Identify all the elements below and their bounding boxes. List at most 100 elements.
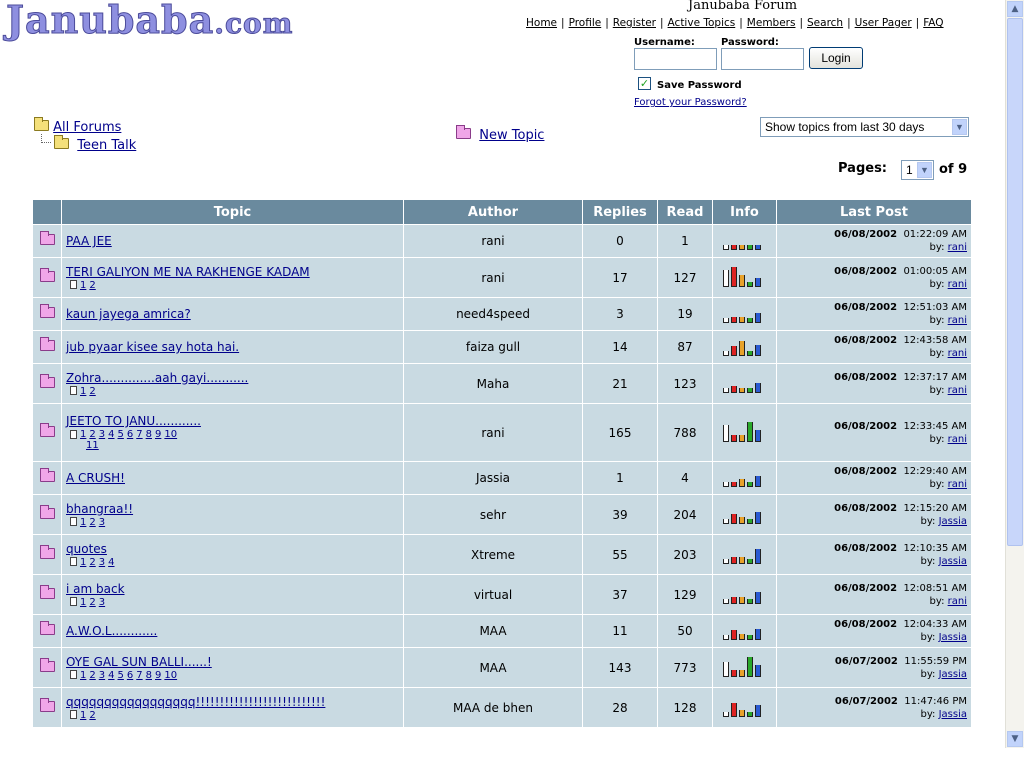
last-post-author-link[interactable]: rani — [948, 315, 967, 326]
topic-page-link[interactable]: 3 — [99, 517, 105, 528]
last-post-author-link[interactable]: rani — [948, 434, 967, 445]
nav-link-register[interactable]: Register — [613, 17, 656, 29]
topic-page-link[interactable]: 1 — [80, 557, 86, 568]
topic-link[interactable]: qqqqqqqqqqqqqqqqq!!!!!!!!!!!!!!!!!!!!!!!… — [66, 695, 325, 709]
topic-link[interactable]: TERI GALIYON ME NA RAKHENGE KADAM — [66, 265, 310, 279]
last-post-author-link[interactable]: Jassia — [939, 709, 967, 720]
nav-link-search[interactable]: Search — [807, 17, 843, 29]
topic-page-link[interactable]: 9 — [155, 429, 161, 440]
topic-page-link[interactable]: 3 — [99, 429, 105, 440]
topic-link[interactable]: OYE GAL SUN BALLI......! — [66, 655, 212, 669]
topic-page-link[interactable]: 1 — [80, 517, 86, 528]
nav-link-active-topics[interactable]: Active Topics — [668, 17, 736, 29]
last-post-author-link[interactable]: Jassia — [939, 669, 967, 680]
topic-page-link[interactable]: 7 — [136, 670, 142, 681]
topic-page-link[interactable]: 1 — [80, 597, 86, 608]
topic-page-link[interactable]: 6 — [127, 429, 133, 440]
all-forums-link[interactable]: All Forums — [53, 120, 121, 135]
save-password-checkbox[interactable]: ✓ — [638, 77, 651, 90]
topic-page-link[interactable]: 5 — [118, 670, 124, 681]
last-post-author-link[interactable]: rani — [948, 242, 967, 253]
topic-page-link[interactable]: 1 — [80, 429, 86, 440]
nav-link-profile[interactable]: Profile — [569, 17, 602, 29]
last-post-author-link[interactable]: rani — [948, 385, 967, 396]
activity-bar — [755, 512, 761, 524]
topic-page-link[interactable]: 10 — [164, 429, 177, 440]
topic-page-link[interactable]: 7 — [136, 429, 142, 440]
read-cell: 19 — [657, 297, 713, 331]
last-post-author-link[interactable]: Jassia — [939, 516, 967, 527]
topic-link[interactable]: jub pyaar kisee say hota hai. — [66, 340, 239, 354]
scrollbar-thumb[interactable] — [1007, 18, 1023, 546]
nav-link-user-pager[interactable]: User Pager — [855, 17, 912, 29]
chevron-down-icon[interactable]: ▼ — [917, 162, 932, 178]
topic-page-link[interactable]: 10 — [164, 670, 177, 681]
last-post-author-link[interactable]: rani — [948, 479, 967, 490]
topic-link[interactable]: JEETO TO JANU............ — [66, 414, 201, 428]
topic-page-link[interactable]: 2 — [89, 597, 95, 608]
topic-page-link[interactable]: 2 — [89, 280, 95, 291]
last-post-author-link[interactable]: Jassia — [939, 632, 967, 643]
activity-bar — [739, 275, 745, 287]
topic-link[interactable]: kaun jayega amrica? — [66, 307, 191, 321]
scroll-down-icon[interactable]: ▼ — [1007, 731, 1023, 747]
topic-page-link[interactable]: 3 — [99, 597, 105, 608]
topic-link[interactable]: bhangraa!! — [66, 502, 133, 516]
chevron-down-icon[interactable]: ▼ — [952, 119, 967, 135]
topic-page-link[interactable]: 5 — [118, 429, 124, 440]
topic-page-link[interactable]: 1 — [80, 710, 86, 721]
topic-page-link[interactable]: 1 — [80, 280, 86, 291]
info-cell — [712, 257, 777, 298]
topic-page-link[interactable]: 6 — [127, 670, 133, 681]
activity-bar — [755, 344, 761, 356]
topic-page-link[interactable]: 2 — [89, 386, 95, 397]
activity-bar — [739, 710, 745, 717]
forgot-password-link[interactable]: Forgot your Password? — [634, 97, 747, 108]
replies-cell: 55 — [582, 534, 658, 575]
topic-page-link[interactable]: 1 — [80, 670, 86, 681]
last-post-author-link[interactable]: Jassia — [939, 556, 967, 567]
topic-page-link[interactable]: 3 — [99, 557, 105, 568]
last-post-date: 06/08/2002 — [834, 619, 898, 630]
nav-link-home[interactable]: Home — [526, 17, 557, 29]
topic-link[interactable]: A CRUSH! — [66, 471, 125, 485]
topic-link[interactable]: Zohra..............aah gayi........... — [66, 371, 248, 385]
page-select[interactable]: 1 ▼ — [901, 160, 934, 180]
topic-page-link[interactable]: 2 — [89, 429, 95, 440]
topic-page-link[interactable]: 2 — [89, 557, 95, 568]
activity-bars — [723, 586, 772, 604]
topic-link[interactable]: quotes — [66, 542, 107, 556]
topic-link[interactable]: i am back — [66, 582, 125, 596]
topic-link[interactable]: A.W.O.L............ — [66, 624, 157, 638]
topic-page-link[interactable]: 4 — [108, 557, 114, 568]
teen-talk-link[interactable]: Teen Talk — [77, 138, 136, 153]
activity-bars — [723, 622, 772, 640]
topic-page-link[interactable]: 9 — [155, 670, 161, 681]
vertical-scrollbar[interactable]: ▲ ▼ — [1005, 0, 1024, 748]
scroll-up-icon[interactable]: ▲ — [1007, 1, 1023, 17]
site-logo[interactable]: Janubaba.com — [5, 0, 293, 44]
topic-link[interactable]: PAA JEE — [66, 234, 112, 248]
topic-page-link[interactable]: 8 — [146, 429, 152, 440]
last-post-author-link[interactable]: rani — [948, 279, 967, 290]
topic-pages: 12 — [66, 710, 399, 721]
password-input[interactable] — [721, 48, 804, 70]
topic-page-link[interactable]: 11 — [86, 440, 99, 451]
topic-page-link[interactable]: 3 — [99, 670, 105, 681]
new-topic-link[interactable]: New Topic — [479, 128, 544, 143]
nav-link-members[interactable]: Members — [747, 17, 796, 29]
topic-page-link[interactable]: 4 — [108, 429, 114, 440]
topic-filter-select[interactable]: Show topics from last 30 days ▼ — [760, 117, 969, 137]
last-post-author-link[interactable]: rani — [948, 596, 967, 607]
topic-page-link[interactable]: 8 — [146, 670, 152, 681]
topic-page-link[interactable]: 1 — [80, 386, 86, 397]
topic-page-link[interactable]: 2 — [89, 670, 95, 681]
topic-page-link[interactable]: 4 — [108, 670, 114, 681]
topic-cell: kaun jayega amrica? — [61, 297, 404, 331]
topic-page-link[interactable]: 2 — [89, 710, 95, 721]
username-input[interactable] — [634, 48, 717, 70]
login-button[interactable]: Login — [809, 47, 863, 69]
nav-link-faq[interactable]: FAQ — [923, 17, 943, 29]
last-post-author-link[interactable]: rani — [948, 348, 967, 359]
topic-page-link[interactable]: 2 — [89, 517, 95, 528]
